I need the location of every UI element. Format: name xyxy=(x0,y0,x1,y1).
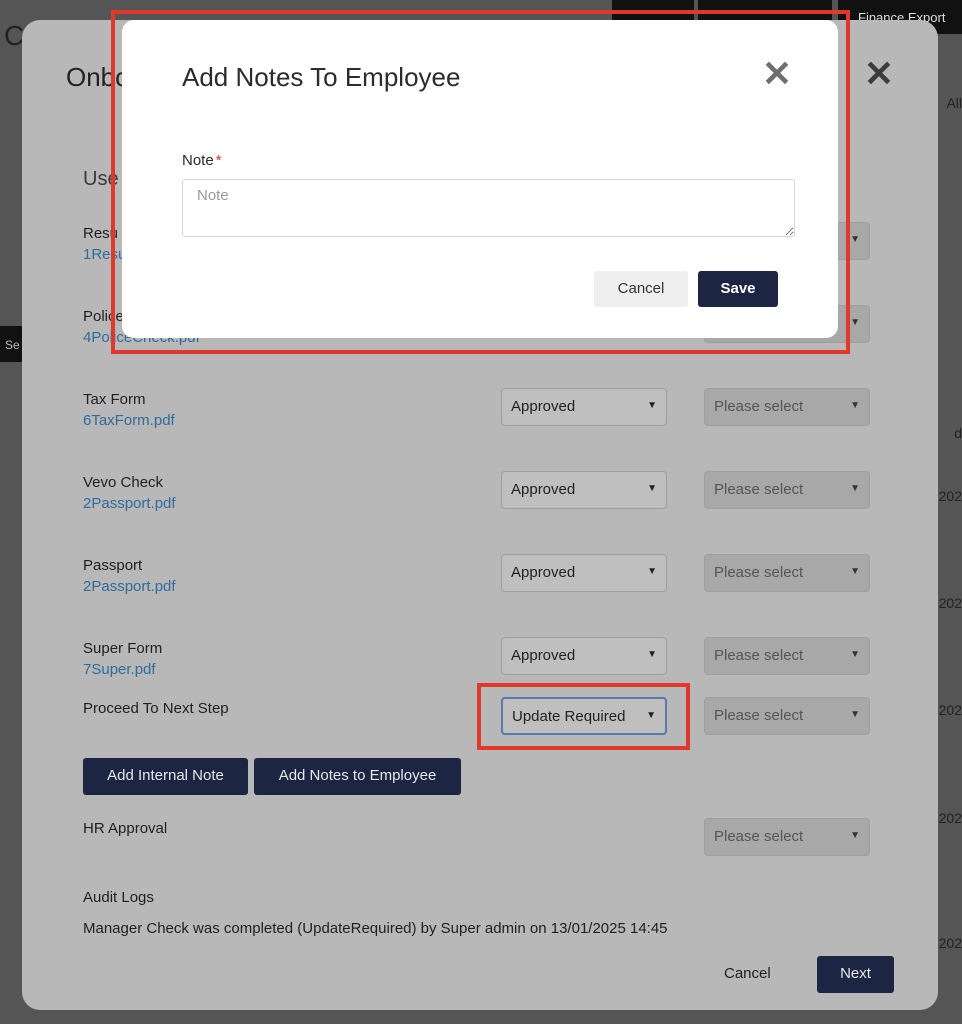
caret-down-icon: ▼ xyxy=(647,649,657,660)
background-text: d xyxy=(954,425,962,441)
assign-select[interactable]: Please select ▼ xyxy=(704,388,870,426)
caret-down-icon: ▼ xyxy=(850,566,860,577)
hr-approval-label: HR Approval xyxy=(83,820,168,837)
caret-down-icon: ▼ xyxy=(850,709,860,720)
caret-down-icon: ▼ xyxy=(850,830,860,841)
background-text: 202 xyxy=(938,488,962,504)
proceed-assign-select[interactable]: Please select ▼ xyxy=(704,697,870,735)
audit-log-entry: Manager Check was completed (UpdateRequi… xyxy=(83,920,668,937)
status-select-value: Approved xyxy=(511,564,576,581)
close-icon[interactable]: ✕ xyxy=(864,56,894,92)
assign-select-value: Please select xyxy=(714,828,804,845)
proceed-label: Proceed To Next Step xyxy=(83,700,229,717)
status-select[interactable]: Approved ▼ xyxy=(501,554,667,592)
caret-down-icon: ▼ xyxy=(647,566,657,577)
status-select-value: Approved xyxy=(511,647,576,664)
audit-logs-title: Audit Logs xyxy=(83,889,154,906)
assign-select[interactable]: Please select ▼ xyxy=(704,637,870,675)
highlight-box xyxy=(111,10,850,354)
background-text: 202 xyxy=(938,702,962,718)
hr-approval-select[interactable]: Please select ▼ xyxy=(704,818,870,856)
status-select-value: Approved xyxy=(511,481,576,498)
add-internal-note-button[interactable]: Add Internal Note xyxy=(83,758,248,795)
caret-down-icon: ▼ xyxy=(647,483,657,494)
caret-down-icon: ▼ xyxy=(850,400,860,411)
caret-down-icon: ▼ xyxy=(850,483,860,494)
assign-select-value: Please select xyxy=(714,564,804,581)
caret-down-icon: ▼ xyxy=(850,649,860,660)
status-select[interactable]: Approved ▼ xyxy=(501,388,667,426)
caret-down-icon: ▼ xyxy=(850,234,860,245)
assign-select-value: Please select xyxy=(714,398,804,415)
add-notes-to-employee-button[interactable]: Add Notes to Employee xyxy=(254,758,461,795)
assign-select-value: Please select xyxy=(714,707,804,724)
assign-select-value: Please select xyxy=(714,647,804,664)
background-text: All xyxy=(946,95,962,111)
background-text: 202 xyxy=(938,595,962,611)
background-text: 202 xyxy=(938,810,962,826)
next-button[interactable]: Next xyxy=(817,956,894,993)
assign-select[interactable]: Please select ▼ xyxy=(704,471,870,509)
status-select[interactable]: Approved ▼ xyxy=(501,471,667,509)
status-select-value: Approved xyxy=(511,398,576,415)
assign-select[interactable]: Please select ▼ xyxy=(704,554,870,592)
highlight-box xyxy=(477,683,690,750)
onboarding-cancel-button[interactable]: Cancel xyxy=(724,965,771,982)
caret-down-icon: ▼ xyxy=(850,317,860,328)
caret-down-icon: ▼ xyxy=(647,400,657,411)
status-select[interactable]: Approved ▼ xyxy=(501,637,667,675)
assign-select-value: Please select xyxy=(714,481,804,498)
background-text: 202 xyxy=(938,935,962,951)
